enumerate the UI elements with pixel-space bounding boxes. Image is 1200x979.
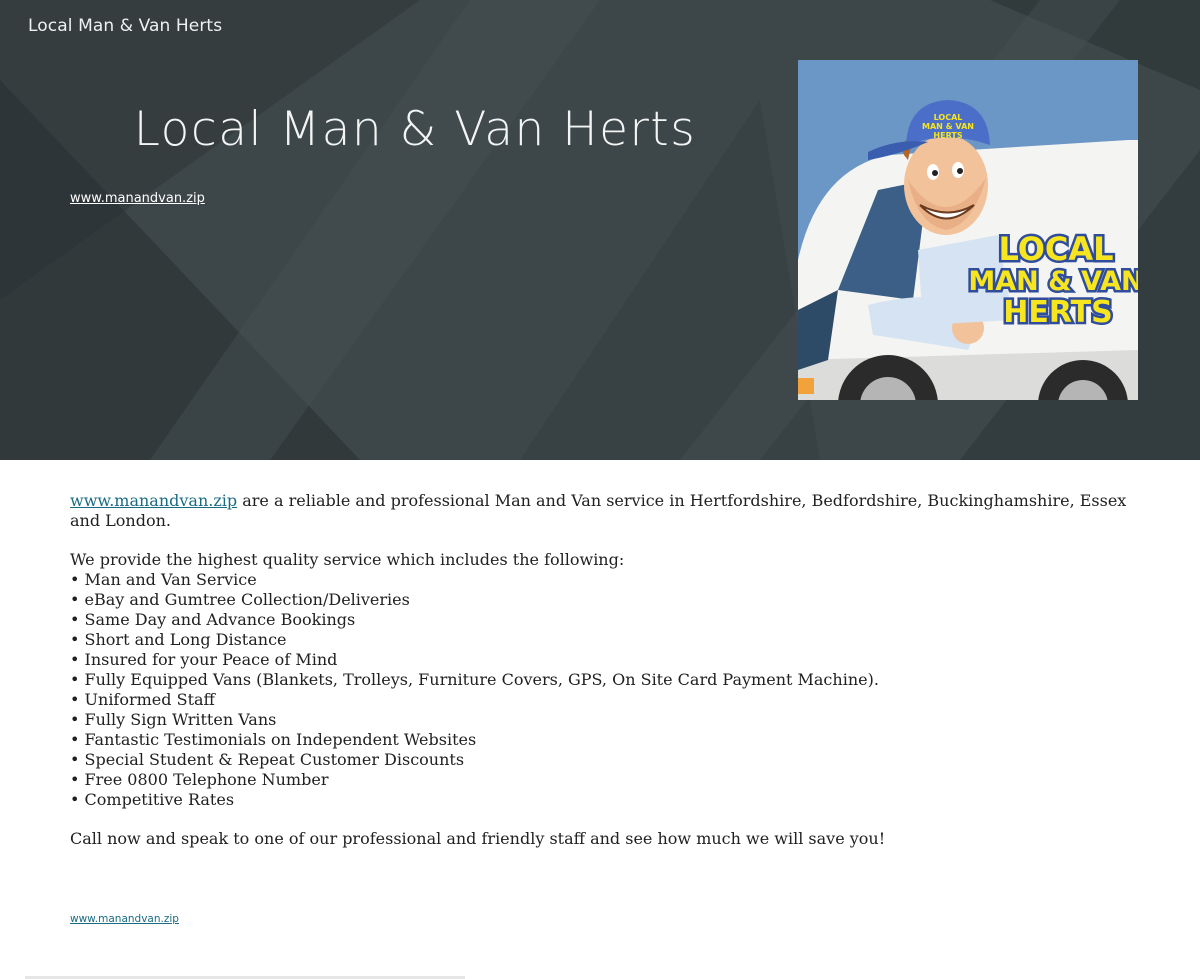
service-item: • Same Day and Advance Bookings <box>70 610 356 629</box>
cap-logo-line3: HERTS <box>933 131 962 140</box>
service-item: • Free 0800 Telephone Number <box>70 770 329 789</box>
intro-paragraph: www.manandvan.zip are a reliable and pro… <box>70 491 1132 531</box>
site-name-link[interactable]: Local Man & Van Herts <box>28 16 222 36</box>
services-heading: We provide the highest quality service w… <box>70 550 625 569</box>
service-item: • Insured for your Peace of Mind <box>70 650 338 669</box>
hero-title: Local Man & Van Herts <box>133 102 697 157</box>
service-item: • Fully Sign Written Vans <box>70 710 277 729</box>
service-item: • eBay and Gumtree Collection/Deliveries <box>70 590 410 609</box>
cap-logo-line2: MAN & VAN <box>922 122 974 131</box>
service-item: • Fully Equipped Vans (Blankets, Trolley… <box>70 670 879 689</box>
service-item: • Short and Long Distance <box>70 630 287 649</box>
main-content: www.manandvan.zip are a reliable and pro… <box>70 491 1132 868</box>
services-section: We provide the highest quality service w… <box>70 550 1132 810</box>
logo-text-herts: HERTS <box>1003 295 1112 330</box>
call-to-action: Call now and speak to one of our profess… <box>70 829 886 848</box>
logo-text-man-van: MAN & VAN <box>968 266 1138 297</box>
service-item: • Special Student & Repeat Customer Disc… <box>70 750 465 769</box>
logo-text-local: LOCAL <box>998 230 1113 268</box>
service-item: • Man and Van Service <box>70 570 257 589</box>
van-mascot-illustration: LOCAL MAN & VAN HERTS LOCAL MAN & VAN HE… <box>798 60 1138 400</box>
company-logo-image: LOCAL MAN & VAN HERTS LOCAL MAN & VAN HE… <box>798 60 1138 400</box>
hero-banner: Local Man & Van Herts Local Man & Van He… <box>0 0 1200 460</box>
hero-website-link[interactable]: www.manandvan.zip <box>70 191 205 206</box>
footer-website-link[interactable]: www.manandvan.zip <box>70 913 179 925</box>
service-item: • Competitive Rates <box>70 790 235 809</box>
cap-logo-line1: LOCAL <box>934 113 963 122</box>
services-list: • Man and Van Service • eBay and Gumtree… <box>70 570 1132 810</box>
service-item: • Uniformed Staff <box>70 690 215 709</box>
intro-website-link[interactable]: www.manandvan.zip <box>70 491 237 510</box>
service-item: • Fantastic Testimonials on Independent … <box>70 730 477 749</box>
